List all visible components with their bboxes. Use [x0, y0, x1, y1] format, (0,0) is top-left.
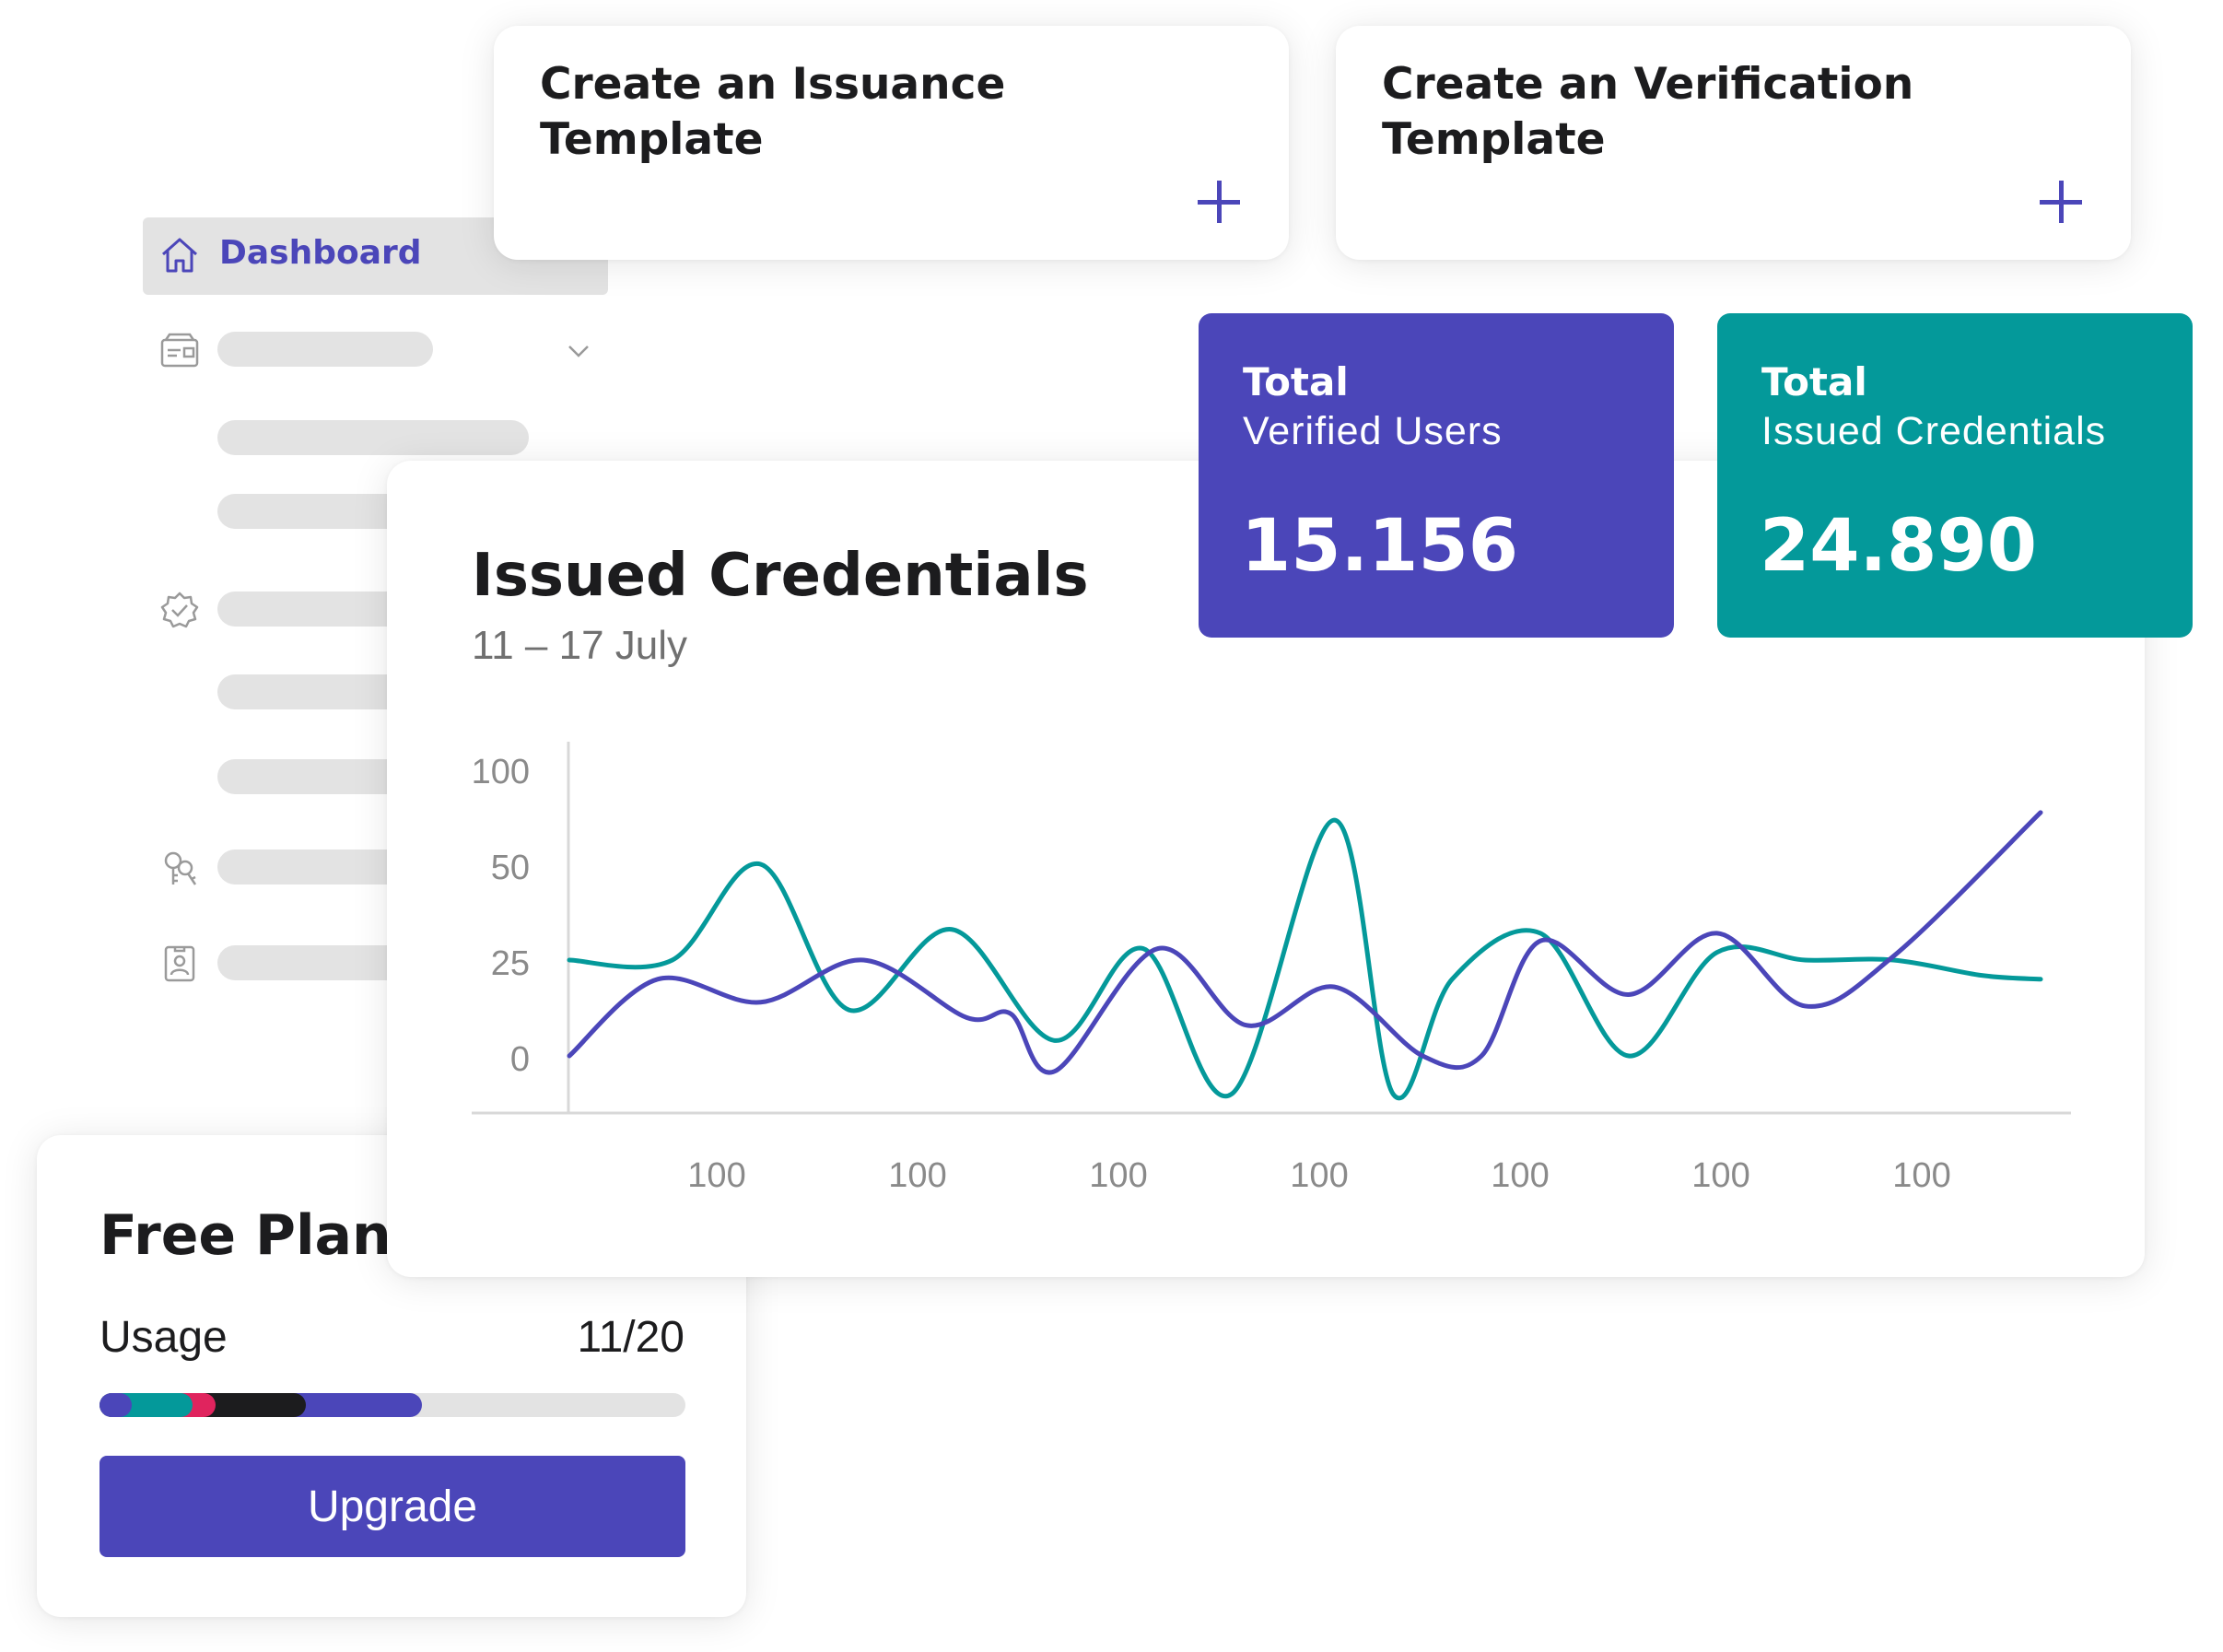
x-tick-label: 100	[687, 1156, 745, 1195]
stat-label-bold: Total	[1243, 359, 1349, 404]
x-tick-label: 100	[1491, 1156, 1549, 1195]
stat-label-bold: Total	[1761, 359, 1867, 404]
y-tick-label: 25	[491, 944, 530, 983]
stat-value: 15.156	[1241, 505, 1518, 588]
x-tick-label: 100	[1691, 1156, 1749, 1195]
stat-label: Issued Credentials	[1761, 409, 2107, 453]
x-tick-label: 100	[1892, 1156, 1950, 1195]
y-tick-label: 0	[510, 1040, 530, 1079]
x-tick-label: 100	[1089, 1156, 1147, 1195]
line-chart: 100 50 25 0 100 100 100 100 100 100 100	[472, 742, 2071, 1195]
y-tick-label: 100	[472, 753, 530, 791]
x-tick-label: 100	[888, 1156, 946, 1195]
total-verified-users-card: Total Verified Users 15.156	[1199, 313, 1674, 638]
stat-value: 24.890	[1760, 505, 2037, 588]
stat-label: Verified Users	[1243, 409, 1503, 453]
total-issued-credentials-card: Total Issued Credentials 24.890	[1717, 313, 2193, 638]
series-line-1	[567, 817, 2043, 1101]
y-tick-label: 50	[491, 849, 530, 887]
x-tick-label: 100	[1290, 1156, 1348, 1195]
series-line-2	[567, 810, 2043, 1075]
